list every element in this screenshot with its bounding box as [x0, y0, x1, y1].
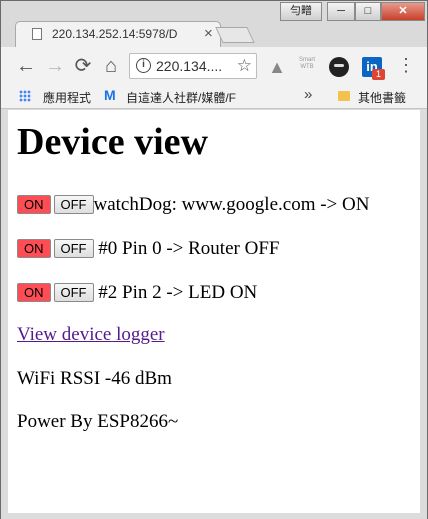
maximize-button[interactable]: □	[355, 2, 381, 21]
device-row: ON OFF #0 Pin 0 -> Router OFF	[17, 238, 279, 260]
device-status: watchDog: www.google.com -> ON	[93, 194, 370, 215]
bookmark-other[interactable]: 其他書籤	[358, 89, 406, 106]
tab-strip: 220.134.252.14:5978/D × 勻㽪 ─ □ ✕	[1, 1, 427, 47]
browser-window: 220.134.252.14:5978/D × 勻㽪 ─ □ ✕ ← → ⟳ ⌂…	[0, 0, 428, 519]
device-row: ON OFF watchDog: www.google.com -> ON	[17, 194, 369, 216]
ime-indicator[interactable]: 勻㽪	[280, 2, 322, 21]
bookmark-star-icon[interactable]: ☆	[237, 56, 252, 76]
page-icon	[32, 28, 42, 40]
device-status: #2 Pin 2 -> LED ON	[98, 282, 258, 303]
frame-left	[1, 109, 8, 519]
folder-icon	[338, 91, 350, 101]
menu-icon[interactable]: ⋮	[397, 55, 415, 75]
new-tab-button[interactable]	[215, 27, 255, 43]
mask-extension-icon[interactable]	[329, 57, 349, 77]
address-text[interactable]: 220.134....	[156, 58, 222, 74]
browser-toolbar: ← → ⟳ ⌂ i 220.134.... ☆ ▲ Smart WTB in 1…	[1, 47, 427, 85]
info-icon[interactable]: i	[136, 58, 151, 73]
frame-right	[420, 109, 427, 519]
device-logger-link[interactable]: View device logger	[17, 324, 165, 346]
page-title: Device view	[17, 121, 208, 163]
bookmark-apps[interactable]: 應用程式	[43, 89, 91, 106]
apps-grid-icon[interactable]	[19, 90, 31, 102]
linkedin-badge: 1	[372, 69, 385, 80]
back-icon[interactable]: ←	[15, 54, 37, 78]
off-button[interactable]: OFF	[53, 195, 94, 214]
gmail-icon[interactable]: M	[104, 87, 116, 103]
drive-extension-icon[interactable]: ▲	[267, 57, 287, 77]
tab-title: 220.134.252.14:5978/D	[52, 27, 178, 41]
close-window-button[interactable]: ✕	[381, 2, 425, 21]
bookmarks-bar: 應用程式 M 自這達人社群/媒體/F » 其他書籤	[1, 85, 427, 109]
wifi-rssi-text: WiFi RSSI -46 dBm	[17, 368, 172, 389]
bookmarks-overflow-icon[interactable]: »	[304, 86, 312, 103]
smart-extension-icon[interactable]: Smart WTB	[297, 57, 317, 77]
off-button[interactable]: OFF	[53, 239, 94, 258]
bookmark-item-1[interactable]: 自這達人社群/媒體/F	[126, 89, 286, 106]
on-button[interactable]: ON	[17, 239, 51, 258]
home-icon[interactable]: ⌂	[100, 54, 122, 78]
on-button[interactable]: ON	[17, 283, 51, 302]
reload-icon[interactable]: ⟳	[72, 54, 94, 78]
frame-bottom	[1, 513, 427, 519]
footer-text: Power By ESP8266~	[17, 411, 179, 432]
page-content: Device view ON OFF watchDog: www.google.co…	[8, 110, 420, 513]
browser-tab[interactable]: 220.134.252.14:5978/D ×	[15, 21, 221, 47]
address-bar[interactable]: i 220.134.... ☆	[129, 53, 257, 79]
forward-icon[interactable]: →	[44, 54, 66, 78]
device-row: ON OFF #2 Pin 2 -> LED ON	[17, 282, 257, 304]
off-button[interactable]: OFF	[53, 283, 94, 302]
tab-close-icon[interactable]: ×	[204, 25, 213, 42]
device-status: #0 Pin 0 -> Router OFF	[98, 238, 280, 259]
minimize-button[interactable]: ─	[327, 2, 355, 21]
on-button[interactable]: ON	[17, 195, 51, 214]
